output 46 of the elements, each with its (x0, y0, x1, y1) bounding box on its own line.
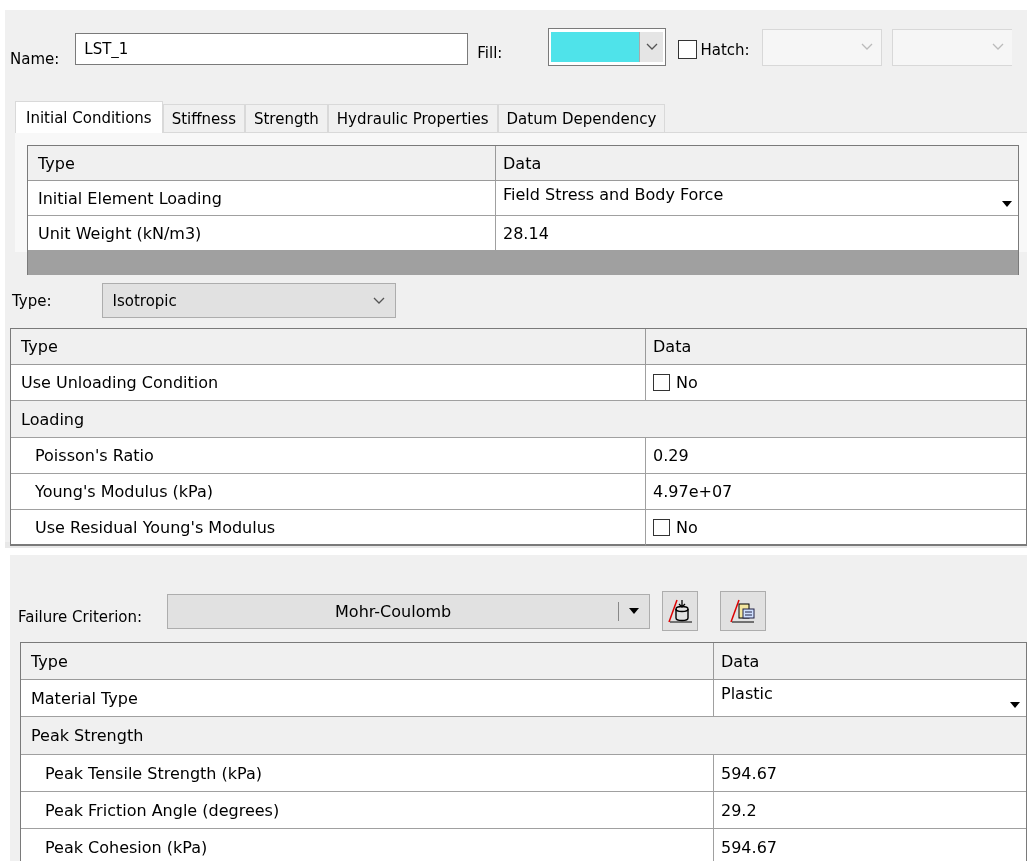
column-header: Type (11, 329, 645, 365)
checkbox-label: No (676, 517, 698, 537)
table-cell: 0.29 (645, 438, 1026, 474)
column-header: Data (495, 146, 1018, 181)
tab[interactable]: Stiffness (162, 104, 245, 132)
tab[interactable]: Hydraulic Properties (327, 104, 498, 132)
checkbox-label: No (676, 373, 698, 392)
column-header: Type (28, 146, 495, 181)
cylinder-arrow-icon (667, 598, 694, 624)
table-cell: 594.67 (713, 755, 1026, 792)
export-button[interactable] (720, 591, 767, 631)
hatch-label: Hatch: (700, 41, 750, 59)
dropdown-arrow-icon (1010, 702, 1020, 708)
name-field[interactable]: LST_1 (75, 33, 469, 65)
column-header: Data (713, 643, 1026, 680)
chart-clipboard-icon (729, 598, 758, 624)
tab[interactable]: Strength (244, 104, 328, 132)
type-label: Type: (12, 291, 52, 310)
chevron-icon (860, 43, 873, 51)
failure-criterion-label: Failure Criterion: (18, 608, 143, 626)
fill-label: Fill: (477, 44, 503, 62)
dropdown-arrow-icon (1002, 201, 1012, 207)
hatch-color-dropdown[interactable] (891, 28, 1012, 66)
hatch-checkbox[interactable] (678, 39, 698, 59)
dropdown-cell[interactable]: Plastic (713, 680, 1026, 717)
checkbox[interactable] (653, 374, 670, 391)
table-cell: 28.14 (495, 216, 1018, 251)
name-label: Name: (10, 50, 60, 68)
chevron-icon (991, 43, 1004, 51)
chevron-icon (645, 43, 658, 51)
column-header: Data (645, 329, 1026, 365)
import-button[interactable] (662, 591, 699, 631)
table-cell: 4.97e+07 (645, 474, 1026, 510)
failure-criterion-dropdown[interactable]: Mohr-Coulomb (167, 593, 651, 629)
column-header: Type (21, 643, 713, 680)
chevron-icon (372, 296, 385, 305)
group-header: Loading (21, 409, 85, 429)
checkbox[interactable] (653, 518, 670, 536)
dropdown-cell[interactable]: Field Stress and Body Force (495, 181, 1018, 216)
tab[interactable]: Initial Conditions (15, 101, 163, 133)
dropdown-arrow-icon (629, 608, 640, 614)
fill-color-dropdown[interactable] (548, 28, 667, 66)
type-dropdown[interactable]: Isotropic (101, 283, 396, 318)
table-cell: 29.2 (713, 792, 1026, 829)
group-header: Peak Strength (31, 726, 144, 745)
tab[interactable]: Datum Dependency (497, 104, 666, 132)
